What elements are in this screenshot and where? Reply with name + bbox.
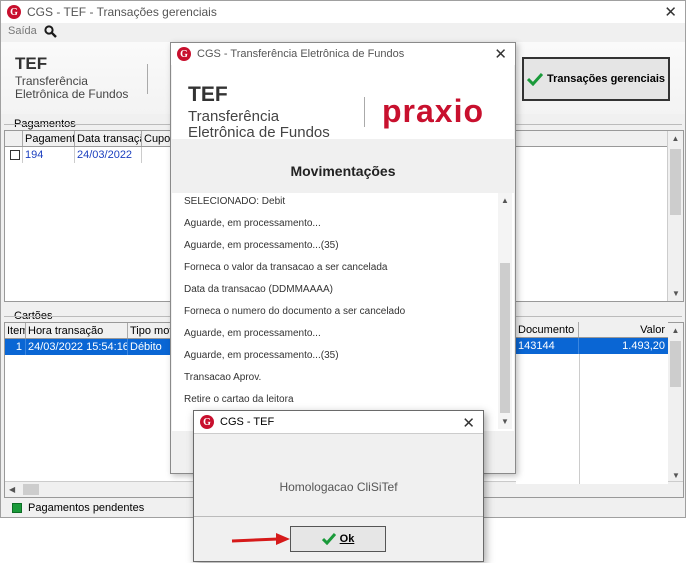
movements-log: SELECIONADO: Debit Aguarde, em processam… xyxy=(172,193,514,431)
scroll-thumb[interactable] xyxy=(670,149,681,215)
tef-titlebar: G CGS - Transferência Eletrônica de Fund… xyxy=(171,43,515,65)
menu-bar: Saída xyxy=(0,22,686,40)
scroll-thumb[interactable] xyxy=(670,341,681,387)
checkbox-col-header xyxy=(5,131,23,146)
log-line: SELECIONADO: Debit xyxy=(184,196,286,207)
log-line: Transacao Aprov. xyxy=(184,372,262,383)
tef-banner: TEF Transferência Eletrônica de Fundos p… xyxy=(172,65,514,141)
col-header-hora: Hora transação xyxy=(26,323,128,338)
log-line: Aguarde, em processamento... xyxy=(184,328,321,339)
cell-documento: 143144 xyxy=(516,338,579,354)
dialog-message: Homologacao CliSiTef xyxy=(279,480,398,494)
col-header-documento: Documento xyxy=(516,322,579,337)
tef-banner-tef: TEF xyxy=(188,83,228,106)
pending-legend-swatch xyxy=(12,503,22,513)
checkmark-icon xyxy=(526,72,543,86)
log-line: Forneca o valor da transacao a ser cance… xyxy=(184,262,388,273)
col-header-item: Item xyxy=(5,323,26,338)
scroll-down-icon[interactable]: ▼ xyxy=(668,289,684,298)
annotation-arrow-icon xyxy=(231,533,290,545)
log-line: Data da transacao (DDMMAAAA) xyxy=(184,284,333,295)
close-icon[interactable]: ✕ xyxy=(664,3,677,21)
cgs-logo-icon: G xyxy=(200,415,214,429)
ok-button[interactable]: Ok xyxy=(290,526,386,552)
cell-item: 1 xyxy=(5,339,26,355)
col-header-data: Data transação xyxy=(75,131,142,146)
close-icon[interactable]: ✕ xyxy=(494,45,507,63)
log-scrollbar[interactable]: ▲ ▼ xyxy=(498,193,512,429)
search-icon[interactable] xyxy=(44,24,57,38)
cards-scrollbar[interactable]: ▲ ▼ xyxy=(667,323,683,483)
exit-menu[interactable]: Saída xyxy=(8,25,37,37)
col-divider xyxy=(579,354,580,484)
log-line: Retire o cartao da leitora xyxy=(184,394,294,405)
payments-scrollbar[interactable]: ▲ ▼ xyxy=(667,131,683,301)
main-titlebar: G CGS - TEF - Transações gerenciais ✕ xyxy=(1,1,685,23)
banner-tef: TEF xyxy=(15,54,48,73)
row-checkbox[interactable] xyxy=(9,150,20,160)
log-line: Forneca o numero do documento a ser canc… xyxy=(184,306,406,317)
scroll-down-icon[interactable]: ▼ xyxy=(498,417,512,426)
cards-right-columns: Documento Valor 143144 1.493,20 xyxy=(516,322,668,484)
hscroll-thumb[interactable] xyxy=(23,484,39,495)
log-line: Aguarde, em processamento...(35) xyxy=(184,350,339,361)
close-icon[interactable]: ✕ xyxy=(462,414,475,432)
cgs-logo-icon: G xyxy=(177,47,191,61)
scroll-down-icon[interactable]: ▼ xyxy=(668,471,684,480)
col-header-pagamento: Pagamento xyxy=(25,131,75,146)
cards-right-header: Documento Valor xyxy=(516,322,668,338)
tef-banner-line2: Eletrônica de Fundos xyxy=(188,124,330,141)
managerial-transactions-button[interactable]: Transações gerenciais xyxy=(522,57,670,101)
row-checkbox-cell xyxy=(5,147,23,163)
tef-banner-line1: Transferência xyxy=(188,108,280,125)
cell-hora: 24/03/2022 15:54:16 xyxy=(28,339,128,355)
main-title: CGS - TEF - Transações gerenciais xyxy=(27,5,217,19)
scroll-thumb[interactable] xyxy=(500,263,510,413)
ok-label: Ok xyxy=(339,533,355,545)
log-line: Aguarde, em processamento...(35) xyxy=(184,240,339,251)
table-row[interactable]: 143144 1.493,20 xyxy=(516,338,668,354)
cell-valor: 1.493,20 xyxy=(622,340,665,352)
dialog-titlebar: G CGS - TEF ✕ xyxy=(194,411,483,433)
banner-divider xyxy=(147,64,148,94)
managerial-transactions-label: Transações gerenciais xyxy=(546,73,665,85)
log-line: Aguarde, em processamento... xyxy=(184,218,321,229)
col-header-valor: Valor xyxy=(640,324,665,336)
banner-line2: Eletrônica de Fundos xyxy=(15,87,129,101)
cell-pagamento: 194 xyxy=(23,147,75,163)
praxio-logo: praxio xyxy=(382,93,485,129)
cell-data: 24/03/2022 xyxy=(75,147,142,163)
dialog-body: Homologacao CliSiTef xyxy=(194,433,483,517)
scroll-up-icon[interactable]: ▲ xyxy=(668,134,683,143)
pending-legend-label: Pagamentos pendentes xyxy=(28,502,145,514)
scroll-up-icon[interactable]: ▲ xyxy=(498,196,512,205)
dialog-title: CGS - TEF xyxy=(220,416,275,428)
movements-heading: Movimentações xyxy=(290,163,396,179)
tef-title: CGS - Transferência Eletrônica de Fundos xyxy=(197,48,405,60)
cgs-logo-icon: G xyxy=(7,5,21,19)
checkmark-icon xyxy=(321,533,336,545)
tef-banner-divider xyxy=(364,97,365,127)
scroll-left-icon[interactable]: ◀ xyxy=(9,485,15,494)
scroll-up-icon[interactable]: ▲ xyxy=(668,326,683,335)
